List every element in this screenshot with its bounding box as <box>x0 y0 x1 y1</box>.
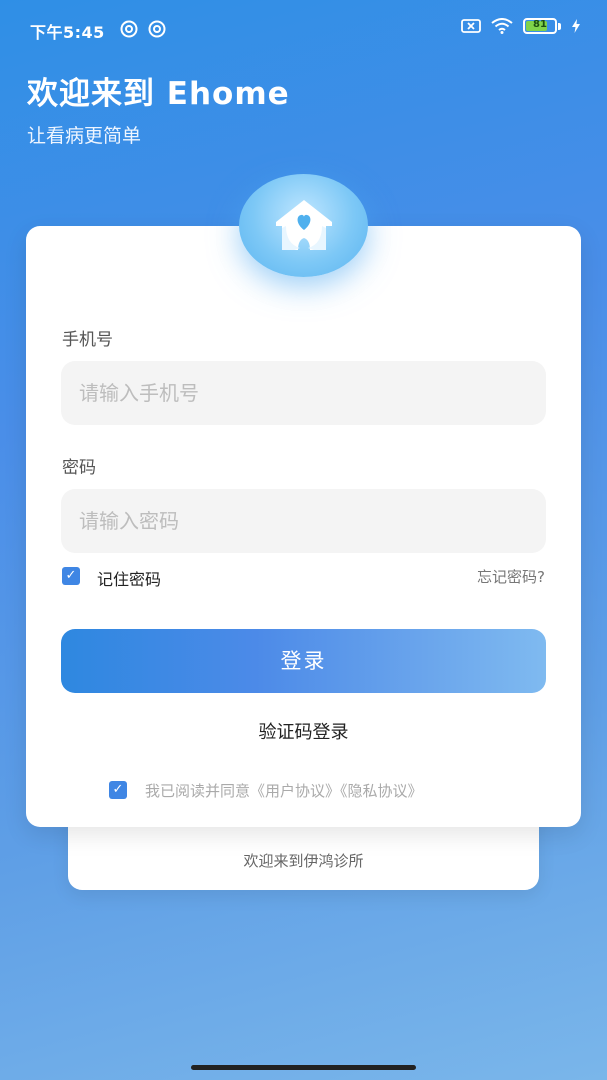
phone-input[interactable] <box>61 361 546 425</box>
eye-icon <box>120 20 138 38</box>
status-time: 下午5:45 <box>30 23 105 42</box>
home-indicator[interactable] <box>191 1065 416 1070</box>
login-button[interactable]: 登录 <box>61 629 546 693</box>
password-input[interactable] <box>61 489 546 553</box>
battery-level: 81 <box>533 19 547 30</box>
sms-login-link[interactable]: 验证码登录 <box>0 718 607 744</box>
battery-icon: 81 <box>523 18 557 34</box>
remember-label: 记住密码 <box>97 570 162 589</box>
wifi-icon <box>491 18 513 34</box>
house-heart-icon <box>276 200 332 250</box>
phone-label: 手机号 <box>62 330 113 350</box>
remember-checkbox[interactable]: ✓ <box>62 567 80 585</box>
agreement-text[interactable]: 我已阅读并同意《用户协议》《隐私协议》 <box>145 780 423 801</box>
forgot-password-link[interactable]: 忘记密码? <box>477 566 545 587</box>
app-logo <box>239 174 368 277</box>
password-label: 密码 <box>62 458 96 478</box>
welcome-text: 欢迎来到伊鸿诊所 <box>243 852 364 870</box>
agreement-checkbox[interactable]: ✓ <box>109 781 127 799</box>
charging-icon <box>572 19 580 33</box>
page-title: 欢迎来到 Ehome <box>27 76 290 112</box>
page-subtitle: 让看病更简单 <box>27 125 142 147</box>
sim-off-icon <box>461 19 481 33</box>
status-bar: 下午5:45 81 <box>0 0 607 56</box>
eye-icon <box>148 20 166 38</box>
